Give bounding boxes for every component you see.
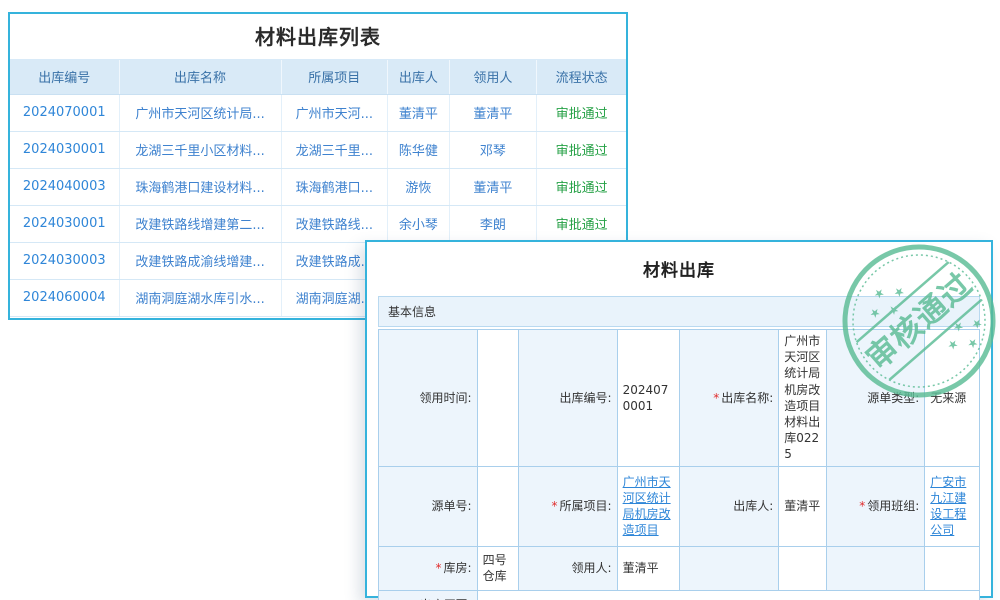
detail-title: 材料出库 [367,256,991,281]
empty-value-cell [779,546,826,590]
cell-name: 广州市天河区统计局... [119,94,281,131]
cell-id[interactable]: 2024040003 [10,168,119,205]
reason-label: 出库原因: [379,590,478,600]
cell-name: 改建铁路成渝线增建... [119,242,281,279]
source-type-label: 源单类型: [826,330,925,467]
empty-label-cell [826,546,925,590]
table-row[interactable]: 2024040003珠海鹤港口建设材料...珠海鹤港口...游恢董清平审批通过 [10,168,626,205]
cell-recipient: 李朗 [449,205,536,242]
source-no-value [477,466,518,546]
cell-recipient: 邓琴 [449,131,536,168]
cell-status: 审批通过 [537,94,626,131]
cell-name: 龙湖三千里小区材料... [119,131,281,168]
project-link[interactable]: 广州市天河区统计局机房改造项目 [623,475,671,538]
issuer-value: 董清平 [779,466,826,546]
cell-project: 龙湖三千里... [281,131,388,168]
team-value: 广安市九江建设工程公司 [925,466,980,546]
table-row[interactable]: 2024070001广州市天河区统计局...广州市天河...董清平董清平审批通过 [10,94,626,131]
cell-status: 审批通过 [537,131,626,168]
reason-value [477,590,979,600]
cell-status: 审批通过 [537,205,626,242]
required-marker: * [859,499,865,513]
list-title: 材料出库列表 [10,14,626,60]
cell-status: 审批通过 [537,168,626,205]
table-row[interactable]: 2024030001龙湖三千里小区材料...龙湖三千里...陈华健邓琴审批通过 [10,131,626,168]
cell-issuer: 陈华健 [388,131,450,168]
cell-id[interactable]: 2024030001 [10,131,119,168]
outbound-no-label: 出库编号: [519,330,618,467]
empty-label-cell [680,546,779,590]
cell-project: 珠海鹤港口... [281,168,388,205]
list-header-row: 出库编号出库名称所属项目出库人领用人流程状态 [10,60,626,94]
cell-id[interactable]: 2024030001 [10,205,119,242]
warehouse-value: 四号仓库 [477,546,518,590]
project-label: *所属项目: [519,466,618,546]
cell-project: 广州市天河... [281,94,388,131]
column-header: 出库名称 [119,60,281,94]
source-no-label: 源单号: [379,466,478,546]
column-header: 领用人 [449,60,536,94]
required-marker: * [713,391,719,405]
team-link[interactable]: 广安市九江建设工程公司 [930,475,966,538]
usage-time-label: 领用时间: [379,330,478,467]
cell-project: 改建铁路线... [281,205,388,242]
recipient-value: 董清平 [617,546,680,590]
cell-id[interactable]: 2024060004 [10,279,119,316]
table-row[interactable]: 2024030001改建铁路线增建第二...改建铁路线...余小琴李朗审批通过 [10,205,626,242]
recipient-label: 领用人: [519,546,618,590]
cell-id[interactable]: 2024070001 [10,94,119,131]
column-header: 出库人 [388,60,450,94]
source-type-value: 无来源 [925,330,980,467]
cell-name: 珠海鹤港口建设材料... [119,168,281,205]
cell-issuer: 余小琴 [388,205,450,242]
column-header: 出库编号 [10,60,119,94]
section-header-basic-info: 基本信息 [378,296,980,327]
outbound-detail-panel: 材料出库 基本信息 领用时间: 出库编号: 2024070001 *出库名称: … [365,240,993,598]
outbound-no-value: 2024070001 [617,330,680,467]
page: 材料出库列表 出库编号出库名称所属项目出库人领用人流程状态 2024070001… [0,0,1000,600]
outbound-name-value: 广州市天河区统计局机房改造项目材料出库0225 [779,330,826,467]
cell-id[interactable]: 2024030003 [10,242,119,279]
empty-value-cell [925,546,980,590]
project-value: 广州市天河区统计局机房改造项目 [617,466,680,546]
cell-recipient: 董清平 [449,94,536,131]
basic-info-form: 领用时间: 出库编号: 2024070001 *出库名称: 广州市天河区统计局机… [378,329,980,600]
cell-name: 湖南洞庭湖水库引水... [119,279,281,316]
cell-recipient: 董清平 [449,168,536,205]
column-header: 所属项目 [281,60,388,94]
team-label: *领用班组: [826,466,925,546]
section-title: 基本信息 [388,305,436,319]
usage-time-value [477,330,518,467]
required-marker: * [552,499,558,513]
warehouse-label: *库房: [379,546,478,590]
required-marker: * [436,561,442,575]
cell-issuer: 董清平 [388,94,450,131]
outbound-name-label: *出库名称: [680,330,779,467]
issuer-label: 出库人: [680,466,779,546]
cell-issuer: 游恢 [388,168,450,205]
cell-name: 改建铁路线增建第二... [119,205,281,242]
column-header: 流程状态 [537,60,626,94]
